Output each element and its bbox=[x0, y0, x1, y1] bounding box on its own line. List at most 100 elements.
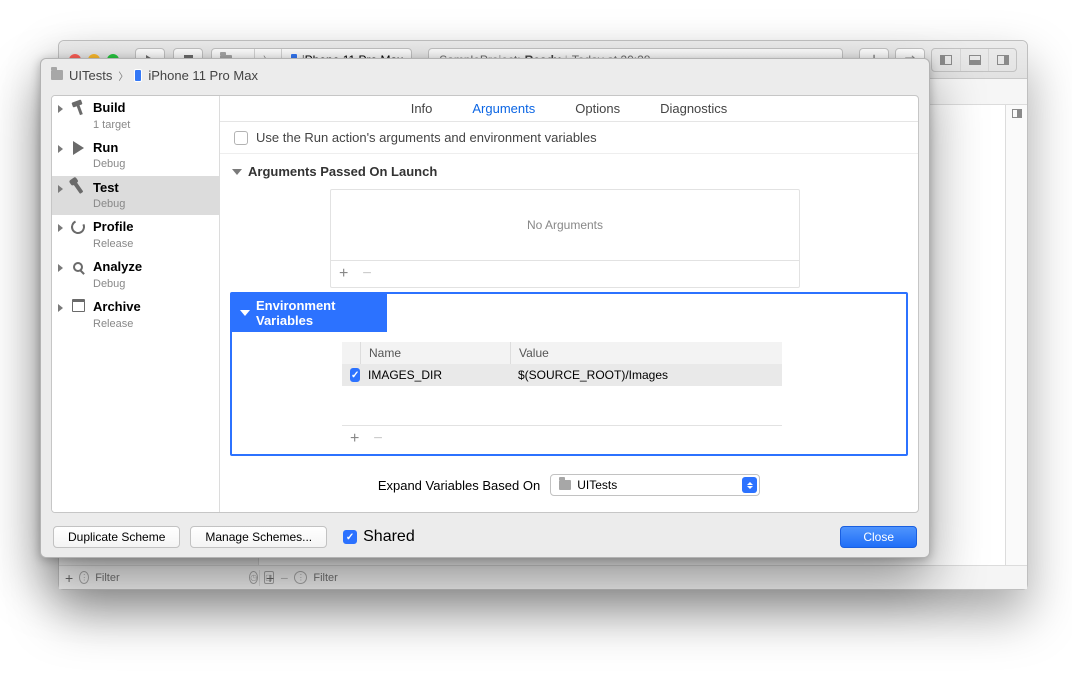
env-var-row[interactable]: IMAGES_DIR $(SOURCE_ROOT)/Images bbox=[342, 364, 782, 386]
tab-info[interactable]: Info bbox=[411, 101, 433, 116]
add-icon[interactable]: + bbox=[266, 571, 274, 585]
toggle-debug[interactable] bbox=[960, 49, 988, 71]
disclosure-down-icon bbox=[232, 169, 242, 175]
editor-filter-input[interactable] bbox=[313, 572, 455, 584]
arguments-toolbar: + − bbox=[331, 261, 799, 287]
scheme-tabs: Info Arguments Options Diagnostics bbox=[220, 96, 918, 122]
remove-env-button[interactable]: − bbox=[373, 430, 382, 448]
filter-scope-icon[interactable]: ⋮ bbox=[294, 571, 307, 584]
expand-vars-value: UITests bbox=[577, 478, 617, 492]
disclosure-icon bbox=[58, 304, 63, 312]
folder-icon bbox=[559, 480, 571, 490]
arguments-table: No Arguments + − bbox=[330, 189, 800, 288]
disclosure-icon bbox=[58, 264, 63, 272]
tab-options[interactable]: Options bbox=[575, 101, 620, 116]
inspector-rail bbox=[1005, 105, 1027, 565]
env-vars-title: Environment Variables bbox=[256, 298, 379, 328]
hammer-icon bbox=[71, 101, 85, 115]
action-label: Build bbox=[93, 100, 126, 115]
minus-icon[interactable]: − bbox=[280, 570, 288, 586]
action-analyze[interactable]: Analyze Debug bbox=[52, 255, 219, 295]
shared-label: Shared bbox=[363, 528, 415, 546]
gauge-icon bbox=[69, 218, 87, 236]
env-vars-panel: Environment Variables Name Value IMAGES_… bbox=[230, 292, 908, 456]
action-sub: Release bbox=[93, 318, 133, 330]
sheet-breadcrumb: UITests 〉 iPhone 11 Pro Max bbox=[41, 59, 929, 91]
env-toolbar: + − bbox=[342, 426, 782, 452]
close-button[interactable]: Close bbox=[840, 526, 917, 548]
filter-scope-icon[interactable]: ⋮ bbox=[79, 571, 89, 584]
use-run-args-row: Use the Run action's arguments and envir… bbox=[220, 122, 918, 154]
action-sub: Debug bbox=[93, 158, 125, 170]
tab-arguments[interactable]: Arguments bbox=[472, 101, 535, 116]
add-icon[interactable]: + bbox=[65, 571, 73, 585]
right-panel-icon bbox=[997, 55, 1009, 65]
env-vars-table: Name Value IMAGES_DIR $(SOURCE_ROOT)/Ima… bbox=[342, 342, 782, 452]
env-name-cell[interactable]: IMAGES_DIR bbox=[360, 364, 510, 386]
action-profile[interactable]: Profile Release bbox=[52, 215, 219, 255]
disclosure-icon bbox=[58, 185, 63, 193]
action-label: Profile bbox=[93, 219, 133, 234]
col-value: Value bbox=[510, 342, 782, 364]
toggle-inspector[interactable] bbox=[988, 49, 1016, 71]
panel-toggles[interactable] bbox=[931, 48, 1017, 72]
select-arrows-icon bbox=[742, 477, 757, 493]
col-name: Name bbox=[360, 342, 510, 364]
env-enabled-checkbox[interactable] bbox=[350, 368, 360, 382]
toggle-navigator[interactable] bbox=[932, 49, 960, 71]
expand-vars-select[interactable]: UITests bbox=[550, 474, 760, 496]
action-sub: Debug bbox=[93, 278, 125, 290]
magnifier-icon bbox=[73, 262, 83, 272]
tab-diagnostics[interactable]: Diagnostics bbox=[660, 101, 727, 116]
add-argument-button[interactable]: + bbox=[339, 265, 348, 283]
action-archive[interactable]: Archive Release bbox=[52, 295, 219, 335]
arguments-section: Arguments Passed On Launch No Arguments … bbox=[220, 154, 918, 292]
scheme-editor-sheet: UITests 〉 iPhone 11 Pro Max Build 1 targe… bbox=[40, 58, 930, 558]
arguments-title: Arguments Passed On Launch bbox=[248, 164, 437, 179]
add-env-button[interactable]: + bbox=[350, 430, 359, 448]
sheet-footer: Duplicate Scheme Manage Schemes... Share… bbox=[41, 517, 929, 557]
scheme-actions-sidebar: Build 1 target Run Debug Test Debug Profile… bbox=[52, 96, 220, 512]
action-sub: 1 target bbox=[93, 119, 130, 131]
duplicate-scheme-button[interactable]: Duplicate Scheme bbox=[53, 526, 180, 548]
archive-icon bbox=[72, 301, 85, 312]
shared-checkbox[interactable] bbox=[343, 530, 357, 544]
chevron-right-icon: 〉 bbox=[118, 68, 128, 83]
action-label: Test bbox=[93, 180, 119, 195]
expand-vars-row: Expand Variables Based On UITests bbox=[220, 464, 918, 510]
manage-schemes-button[interactable]: Manage Schemes... bbox=[190, 526, 327, 548]
action-label: Archive bbox=[93, 299, 141, 314]
play-icon bbox=[73, 141, 84, 155]
wrench-icon bbox=[73, 181, 84, 194]
phone-icon bbox=[134, 69, 142, 82]
breadcrumb-device[interactable]: iPhone 11 Pro Max bbox=[148, 68, 258, 83]
env-spacer bbox=[342, 386, 782, 426]
action-sub: Debug bbox=[93, 198, 125, 210]
env-table-header: Name Value bbox=[342, 342, 782, 364]
breadcrumb-scheme[interactable]: UITests bbox=[69, 68, 112, 83]
scheme-main: Info Arguments Options Diagnostics Use t… bbox=[220, 96, 918, 512]
action-build[interactable]: Build 1 target bbox=[52, 96, 219, 136]
disclosure-icon bbox=[58, 224, 63, 232]
inspector-icon[interactable] bbox=[1012, 109, 1022, 118]
action-label: Analyze bbox=[93, 259, 142, 274]
nav-filter-input[interactable] bbox=[95, 572, 237, 584]
action-run[interactable]: Run Debug bbox=[52, 136, 219, 176]
action-test[interactable]: Test Debug bbox=[52, 176, 219, 216]
disclosure-icon bbox=[58, 145, 63, 153]
sheet-body: Build 1 target Run Debug Test Debug Profile… bbox=[51, 95, 919, 513]
action-sub: Release bbox=[93, 238, 133, 250]
disclosure-down-icon bbox=[240, 310, 250, 316]
bottom-panel-icon bbox=[969, 55, 981, 65]
arguments-header[interactable]: Arguments Passed On Launch bbox=[230, 160, 908, 183]
use-run-args-checkbox[interactable] bbox=[234, 131, 248, 145]
no-arguments-label: No Arguments bbox=[331, 190, 799, 261]
env-value-cell[interactable]: $(SOURCE_ROOT)/Images bbox=[510, 364, 782, 386]
folder-icon bbox=[51, 70, 63, 80]
bottom-bar: + ⋮ ◷ ▢ + − ⋮ bbox=[59, 565, 1027, 589]
recent-icon[interactable]: ◷ bbox=[249, 571, 258, 584]
env-vars-header[interactable]: Environment Variables bbox=[232, 294, 387, 332]
use-run-args-label: Use the Run action's arguments and envir… bbox=[256, 130, 597, 145]
remove-argument-button[interactable]: − bbox=[362, 265, 371, 283]
action-label: Run bbox=[93, 140, 118, 155]
